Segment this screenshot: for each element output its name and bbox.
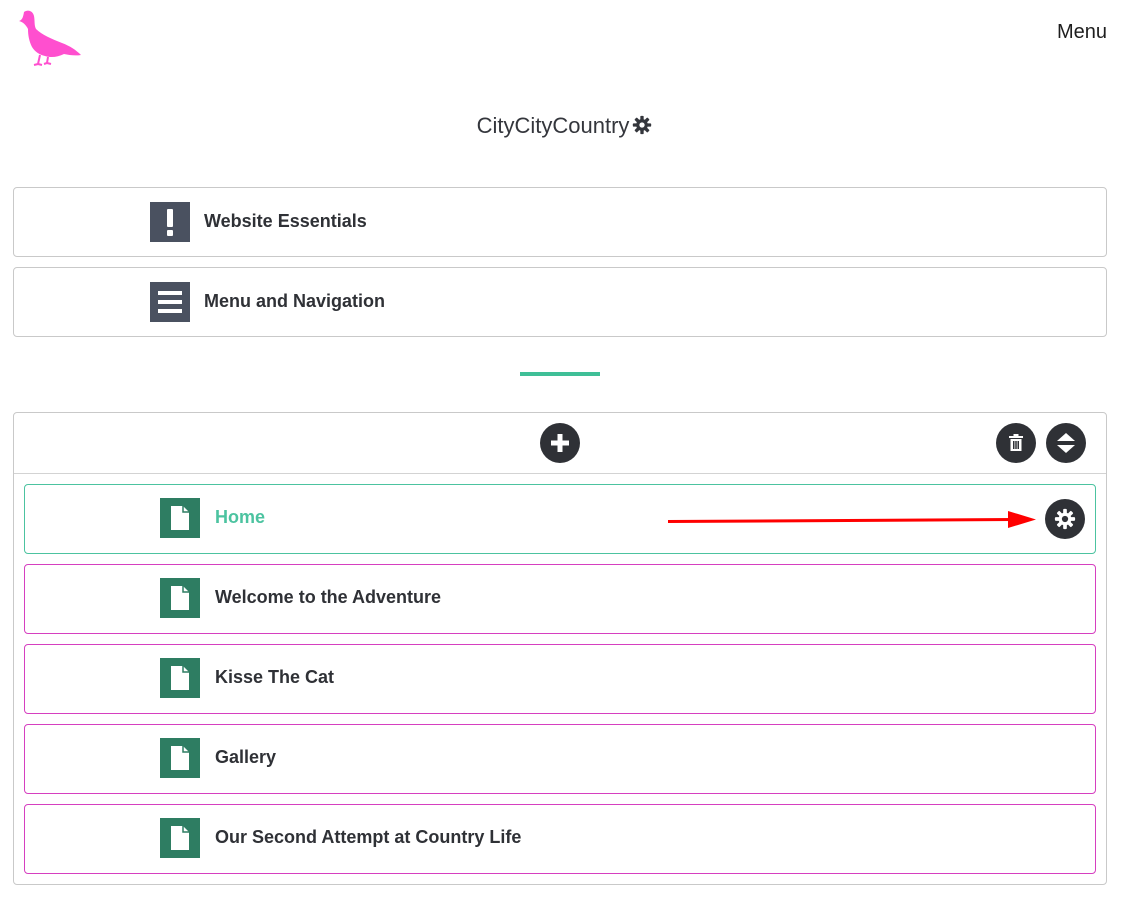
pigeon-logo-icon[interactable] — [18, 8, 84, 68]
page-file-icon — [160, 738, 200, 778]
page-settings-button[interactable] — [1045, 499, 1085, 539]
pages-panel: Home Welcome to the Adventure Kisse The … — [13, 412, 1107, 885]
page-row-home[interactable]: Home — [24, 484, 1096, 554]
page-label: Home — [215, 507, 266, 527]
page-file-icon — [160, 818, 200, 858]
page-label: Welcome to the Adventure — [215, 587, 442, 607]
page-file-icon — [160, 658, 200, 698]
page-file-icon — [160, 578, 200, 618]
page-label: Our Second Attempt at Country Life — [215, 827, 522, 847]
page-row-welcome[interactable]: Welcome to the Adventure — [24, 564, 1096, 634]
page-label: Gallery — [215, 747, 277, 767]
trash-icon — [1009, 434, 1023, 451]
page-row-second-attempt[interactable]: Our Second Attempt at Country Life — [24, 804, 1096, 874]
section-label: Website Essentials — [204, 211, 367, 231]
add-page-button[interactable] — [540, 423, 580, 463]
page-row-kisse-the-cat[interactable]: Kisse The Cat — [24, 644, 1096, 714]
menu-link[interactable]: Menu — [1057, 21, 1107, 44]
section-label: Menu and Navigation — [204, 291, 386, 311]
page-row-gallery[interactable]: Gallery — [24, 724, 1096, 794]
site-settings-gear-icon[interactable] — [632, 115, 652, 135]
exclamation-icon — [150, 202, 190, 242]
page-file-icon — [160, 498, 200, 538]
section-website-essentials[interactable]: Website Essentials — [13, 187, 1107, 257]
site-title-text: CityCityCountry — [476, 113, 630, 138]
menu-lines-icon — [150, 282, 190, 322]
section-menu-navigation[interactable]: Menu and Navigation — [13, 267, 1107, 337]
page: Menu CityCityCountry Website Essentials … — [0, 0, 1129, 907]
pages-toolbar — [14, 413, 1106, 474]
sort-arrows-icon — [1057, 433, 1075, 453]
site-title: CityCityCountry — [0, 113, 1129, 139]
reorder-pages-button[interactable] — [1046, 423, 1086, 463]
gear-icon — [1054, 508, 1076, 530]
delete-page-button[interactable] — [996, 423, 1036, 463]
plus-icon — [551, 434, 569, 452]
accent-divider — [520, 372, 600, 376]
page-label: Kisse The Cat — [215, 667, 335, 687]
